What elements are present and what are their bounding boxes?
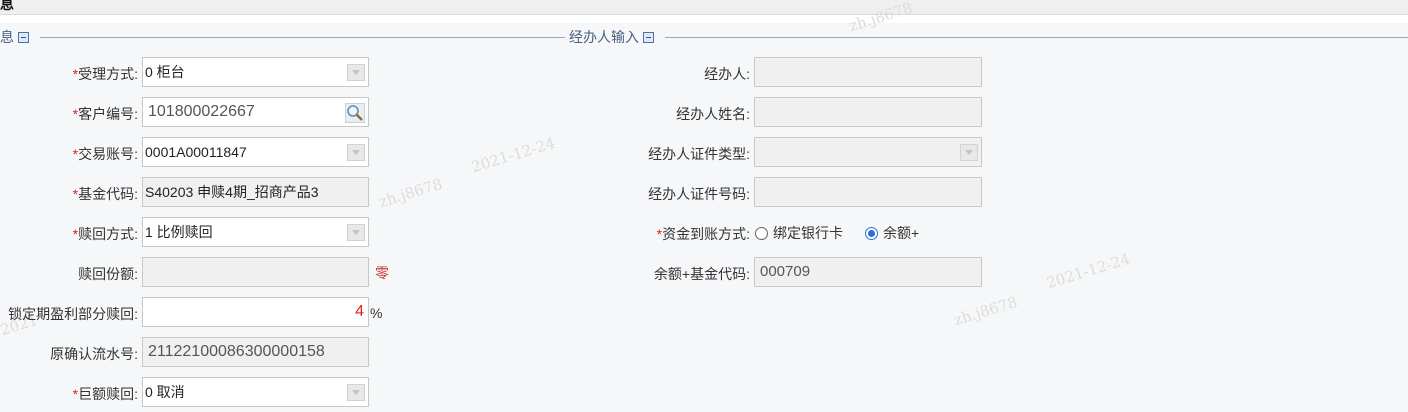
large-redeem-label: *巨额赎回: bbox=[72, 386, 138, 402]
header-spacer bbox=[0, 15, 1408, 23]
balance-fund-code-value: 000709 bbox=[760, 263, 811, 280]
balance-fund-code-label: 余额+基金代码: bbox=[653, 266, 750, 282]
section-header-info[interactable]: 息 bbox=[0, 28, 32, 46]
collapse-icon[interactable] bbox=[643, 31, 654, 43]
section-header-agent[interactable]: 经办人输入 bbox=[566, 28, 657, 46]
agent-id-no-label: 经办人证件号码: bbox=[648, 186, 750, 202]
trade-account-label: *交易账号: bbox=[72, 146, 138, 162]
search-icon[interactable] bbox=[345, 103, 365, 123]
agent-id-type-label: 经办人证件类型: bbox=[648, 146, 750, 162]
trade-account-select[interactable]: 0001A00011847 bbox=[142, 137, 369, 167]
chevron-down-icon[interactable] bbox=[960, 144, 978, 161]
window-header: 息 bbox=[0, 0, 1408, 15]
customer-no-label: *客户编号: bbox=[72, 106, 138, 122]
section-title: 经办人输入 bbox=[569, 29, 639, 45]
redeem-method-select[interactable]: 1 比例赎回 bbox=[142, 217, 369, 247]
redeem-shares-label: 赎回份额: bbox=[78, 266, 138, 282]
radio-option-bank-card[interactable]: 绑定银行卡 bbox=[755, 223, 843, 243]
redeem-method-value: 1 比例赎回 bbox=[145, 224, 213, 240]
collapse-icon[interactable] bbox=[18, 31, 29, 43]
watermark: 2021-12-24 bbox=[469, 133, 558, 177]
fund-code-value: S40203 申赎4期_招商产品3 bbox=[145, 184, 319, 200]
redeem-shares-amount-text: 零 bbox=[375, 265, 389, 281]
radio-label: 余额+ bbox=[883, 225, 920, 241]
lock-profit-input[interactable]: 4 bbox=[142, 297, 369, 327]
orig-serial-value: 21122100086300000158 bbox=[148, 343, 325, 360]
percent-sign: % bbox=[370, 305, 383, 321]
customer-no-value: 101800022667 bbox=[148, 103, 255, 120]
agent-name-input[interactable] bbox=[754, 97, 982, 127]
orig-serial-field: 21122100086300000158 bbox=[142, 337, 369, 367]
agent-input[interactable] bbox=[754, 57, 982, 87]
balance-fund-code-field: 000709 bbox=[754, 257, 982, 287]
section-divider bbox=[40, 37, 565, 38]
radio-option-balance-plus[interactable]: 余额+ bbox=[865, 223, 919, 243]
accept-method-value: 0 柜台 bbox=[145, 64, 185, 80]
watermark: zh.j8678 bbox=[376, 174, 445, 212]
fund-code-label: *基金代码: bbox=[72, 186, 138, 202]
orig-serial-label: 原确认流水号: bbox=[50, 346, 138, 362]
large-redeem-select[interactable]: 0 取消 bbox=[142, 377, 369, 407]
watermark: zh.j8678 bbox=[951, 292, 1020, 330]
agent-id-type-select[interactable] bbox=[754, 137, 982, 167]
lock-profit-value: 4 bbox=[355, 303, 364, 320]
radio-button[interactable] bbox=[755, 226, 768, 240]
arrival-method-radio-group: 绑定银行卡 余额+ bbox=[755, 217, 919, 249]
large-redeem-value: 0 取消 bbox=[145, 384, 185, 400]
agent-name-label: 经办人姓名: bbox=[676, 106, 750, 122]
agent-id-no-input[interactable] bbox=[754, 177, 982, 207]
watermark: 2021-12-24 bbox=[1044, 249, 1133, 293]
accept-method-select[interactable]: 0 柜台 bbox=[142, 57, 369, 87]
agent-label: 经办人: bbox=[704, 66, 750, 82]
chevron-down-icon[interactable] bbox=[347, 224, 365, 241]
fund-code-field: S40203 申赎4期_招商产品3 bbox=[142, 177, 369, 207]
section-divider bbox=[665, 37, 1408, 38]
accept-method-label: *受理方式: bbox=[72, 66, 138, 82]
trade-account-value: 0001A00011847 bbox=[145, 144, 247, 160]
redeem-shares-input bbox=[142, 257, 369, 287]
section-title: 息 bbox=[0, 29, 14, 45]
chevron-down-icon[interactable] bbox=[347, 64, 365, 81]
radio-label: 绑定银行卡 bbox=[773, 225, 843, 241]
arrival-method-label: *资金到账方式: bbox=[656, 226, 750, 242]
lock-profit-label: 锁定期盈利部分赎回: bbox=[8, 306, 138, 322]
customer-no-input[interactable]: 101800022667 bbox=[142, 97, 369, 127]
header-title: 息 bbox=[0, 0, 14, 12]
redeem-method-label: *赎回方式: bbox=[72, 226, 138, 242]
chevron-down-icon[interactable] bbox=[347, 384, 365, 401]
chevron-down-icon[interactable] bbox=[347, 144, 365, 161]
radio-button-selected[interactable] bbox=[865, 226, 878, 240]
